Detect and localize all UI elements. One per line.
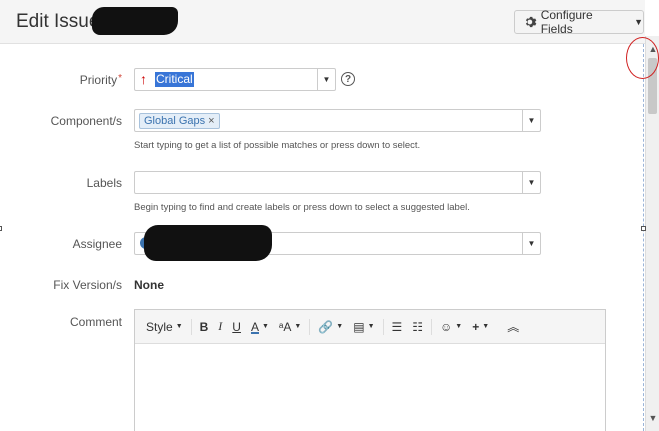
annotation-circle: [626, 37, 659, 79]
labels-label: Labels: [86, 176, 122, 190]
link-icon: 🔗: [318, 319, 334, 334]
selection-guide: [643, 44, 644, 431]
configure-fields-button[interactable]: Configure Fields ▼: [514, 8, 644, 36]
component-tag: Global Gaps ×: [139, 113, 220, 129]
attachment-button[interactable]: ▤ ▼: [348, 316, 379, 338]
more-formatting-button[interactable]: ᵃA ▼: [274, 316, 306, 338]
fix-version-value: None: [134, 278, 164, 292]
components-hint: Start typing to get a list of possible m…: [134, 140, 421, 151]
redacted-assignee-name: [144, 225, 272, 261]
underline-button[interactable]: U: [227, 316, 246, 338]
labels-input[interactable]: ▼: [134, 171, 541, 194]
chevron-down-icon[interactable]: ▼: [522, 172, 540, 193]
priority-label: Priority*: [79, 73, 122, 87]
resize-handle: [0, 226, 2, 231]
text-color-button[interactable]: A ▼: [246, 316, 274, 338]
chevron-down-icon[interactable]: ▼: [522, 110, 540, 131]
chevron-down-icon[interactable]: ▼: [317, 69, 335, 90]
comment-label: Comment: [69, 315, 122, 329]
chevron-down-icon: ▼: [634, 17, 643, 27]
scroll-down-icon[interactable]: ▼: [647, 413, 659, 423]
required-marker: *: [118, 73, 122, 84]
attachment-icon: ▤: [353, 319, 365, 334]
bullet-list-icon: ☰: [391, 319, 403, 334]
numbered-list-button[interactable]: ☷: [407, 316, 428, 338]
italic-button[interactable]: I: [213, 316, 227, 338]
link-button[interactable]: 🔗 ▼: [313, 316, 348, 338]
priority-value: Critical: [155, 72, 194, 87]
emoticon-button[interactable]: ☺ ▼: [435, 316, 467, 338]
labels-hint: Begin typing to find and create labels o…: [134, 202, 470, 213]
priority-select[interactable]: ↑ Critical ▼: [134, 68, 336, 91]
question-circle-icon[interactable]: ?: [341, 72, 355, 86]
chevron-up-double-icon: ︽: [507, 320, 520, 334]
fix-version-label: Fix Version/s: [53, 278, 122, 292]
components-label: Component/s: [50, 114, 122, 128]
toolbar-divider: [309, 318, 311, 335]
bullet-list-button[interactable]: ☰: [387, 316, 408, 338]
redacted-issue-key: [92, 7, 178, 35]
arrow-up-icon: ↑: [140, 71, 147, 87]
configure-fields-label: Configure Fields: [540, 8, 593, 36]
remove-tag-icon[interactable]: ×: [208, 115, 214, 127]
comment-editor[interactable]: Style ▼ B I U A ▼ ᵃA ▼ 🔗 ▼ ▤ ▼ ☰ ☷ ☺ ▼ + ▼ ︽: [134, 309, 606, 431]
resize-handle: [641, 226, 646, 231]
scrollbar[interactable]: ▲ ▼: [645, 36, 659, 431]
plus-icon: +: [472, 319, 480, 334]
chevron-down-icon[interactable]: ▼: [522, 233, 540, 254]
style-dropdown[interactable]: Style ▼: [141, 316, 188, 338]
numbered-list-icon: ☷: [412, 319, 424, 334]
dialog-header: Edit Issue : Configure Fields ▼: [0, 0, 645, 44]
toolbar-divider: [431, 318, 433, 335]
editor-toolbar: Style ▼ B I U A ▼ ᵃA ▼ 🔗 ▼ ▤ ▼ ☰ ☷ ☺ ▼ + ▼ ︽: [135, 310, 605, 344]
components-input[interactable]: Global Gaps × ▼: [134, 109, 541, 132]
emoticon-icon: ☺: [440, 319, 453, 334]
toolbar-divider: [382, 318, 384, 335]
bold-button[interactable]: B: [195, 316, 214, 338]
insert-more-button[interactable]: + ▼: [467, 316, 494, 338]
gear-icon: [525, 16, 537, 28]
collapse-toolbar-button[interactable]: ︽: [502, 316, 524, 338]
assignee-label: Assignee: [72, 237, 122, 251]
toolbar-divider: [190, 318, 192, 335]
